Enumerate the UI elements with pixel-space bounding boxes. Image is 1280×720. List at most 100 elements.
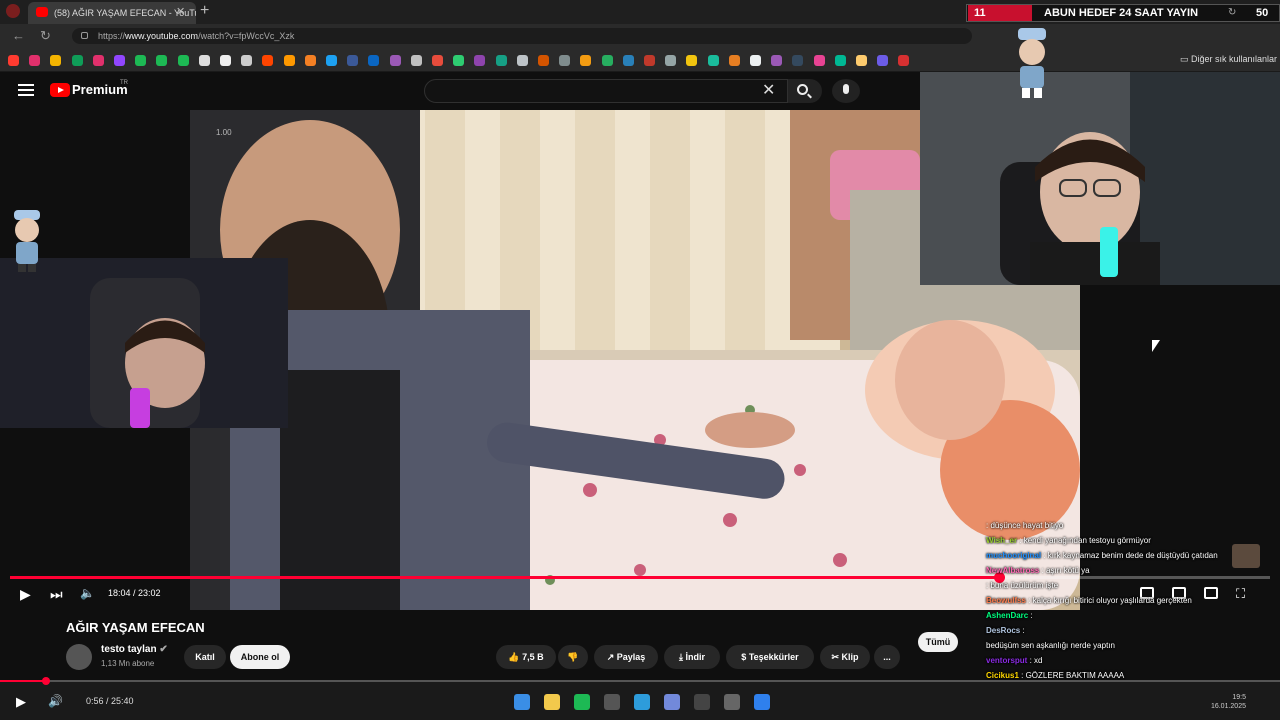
bookmark-icon[interactable] <box>114 55 125 66</box>
subscribe-button[interactable]: Abone ol <box>230 645 290 669</box>
chat-username: ventorsput <box>986 656 1028 665</box>
bookmark-icon[interactable] <box>304 55 316 66</box>
bookmark-icon[interactable] <box>135 55 147 66</box>
like-button[interactable]: 👍 7,5 B <box>496 645 556 669</box>
bookmark-icon[interactable] <box>326 55 337 66</box>
play-icon[interactable]: ▶ <box>20 586 31 603</box>
bookmark-icon[interactable] <box>728 55 740 66</box>
bookmarks-bar <box>0 48 1280 72</box>
bookmark-icon[interactable] <box>771 55 783 66</box>
voice-search-icon[interactable] <box>832 79 860 103</box>
bookmark-icon[interactable] <box>559 55 571 66</box>
clip-button[interactable]: ✂ Klip <box>820 645 870 669</box>
menu-icon[interactable] <box>18 84 34 96</box>
bookmark-icon[interactable] <box>262 55 274 66</box>
bookmark-icon[interactable] <box>750 55 761 66</box>
new-tab-icon[interactable]: + <box>200 2 209 20</box>
thanks-button[interactable]: $ Teşekkürler <box>726 645 814 669</box>
bookmark-icon[interactable] <box>622 55 634 66</box>
taskbar-app-icon[interactable] <box>694 694 710 710</box>
video-title: AĞIR YAŞAM EFECAN <box>66 620 205 635</box>
taskbar-app-icon[interactable] <box>544 694 560 710</box>
bookmark-icon[interactable] <box>389 55 401 66</box>
search-icon <box>797 84 808 95</box>
bookmark-icon[interactable] <box>707 55 719 66</box>
bookmark-icon[interactable] <box>834 55 846 66</box>
dislike-button[interactable]: 👎 <box>558 645 588 669</box>
other-bookmarks[interactable]: ▭ Diğer sık kullanılanlar <box>1180 54 1277 65</box>
channel-name-text: testo taylan <box>101 644 157 655</box>
bookmark-icon[interactable] <box>156 55 168 66</box>
bottom-volume-icon[interactable]: 🔊 <box>48 694 63 708</box>
bookmark-icon[interactable] <box>686 55 698 66</box>
bookmark-icon[interactable] <box>813 55 825 66</box>
thanks-icon: $ <box>741 652 749 662</box>
bookmark-icon[interactable] <box>474 55 486 66</box>
bookmark-icon[interactable] <box>283 55 295 66</box>
browser-tab[interactable]: (58) AĞIR YAŞAM EFECAN - YouTube <box>28 2 196 24</box>
bookmark-icon[interactable] <box>368 55 380 66</box>
bookmark-icon[interactable] <box>580 55 592 66</box>
bookmark-icon[interactable] <box>877 55 889 66</box>
bookmark-icon[interactable] <box>516 55 528 66</box>
bottom-progress-track[interactable] <box>0 680 1280 682</box>
search-input[interactable] <box>424 79 788 103</box>
url-field[interactable]: https://www.youtube.com/watch?v=fpWccVc_… <box>72 28 972 44</box>
bookmark-icon[interactable] <box>432 55 443 66</box>
share-icon: ↗ <box>606 652 617 662</box>
chat-message: ventorsput : xd <box>986 653 1276 668</box>
mascot-left-svg <box>14 210 40 272</box>
tab-title: (58) AĞIR YAŞAM EFECAN - YouTube <box>54 8 196 18</box>
channel-avatar[interactable] <box>66 644 92 670</box>
bookmark-icon[interactable] <box>8 55 19 66</box>
bookmark-icon[interactable] <box>665 55 677 66</box>
bookmark-icon[interactable] <box>644 55 655 66</box>
webcam-streamer <box>920 72 1280 285</box>
bookmark-icon[interactable] <box>898 55 910 66</box>
clock-date: 16.01.2025 <box>1210 703 1246 710</box>
share-button[interactable]: ↗ Paylaş <box>594 645 658 669</box>
back-icon[interactable]: ← <box>12 28 25 43</box>
reload-icon[interactable]: ↻ <box>40 28 51 44</box>
bottom-play-icon[interactable]: ▶ <box>16 694 26 710</box>
system-clock: 19:5 16.01.2025 <box>1196 693 1246 711</box>
channel-name[interactable]: testo taylan ✔ <box>101 644 168 655</box>
taskbar-app-icon[interactable] <box>514 694 530 710</box>
tab-close-icon[interactable]: ✕ <box>176 5 185 18</box>
taskbar-app-icon[interactable] <box>604 694 620 710</box>
mouse-cursor-icon <box>1152 340 1160 352</box>
bookmark-icon[interactable] <box>856 55 867 66</box>
bookmark-icon[interactable] <box>601 55 613 66</box>
bookmark-icon[interactable] <box>453 55 465 66</box>
bookmark-icon[interactable] <box>29 55 41 66</box>
taskbar-app-icon[interactable] <box>664 694 680 710</box>
bookmark-icon[interactable] <box>92 55 104 66</box>
bookmark-icon[interactable] <box>347 55 359 66</box>
taskbar-app-icon[interactable] <box>724 694 740 710</box>
bookmark-icon[interactable] <box>220 55 231 66</box>
bookmark-icon[interactable] <box>410 55 422 66</box>
download-button[interactable]: ⤓ İndir <box>664 645 720 669</box>
join-button[interactable]: Katıl <box>184 645 226 669</box>
bookmark-icon[interactable] <box>792 55 804 66</box>
taskbar-app-icon[interactable] <box>754 694 770 710</box>
bookmark-icon[interactable] <box>538 55 549 66</box>
bookmark-icon[interactable] <box>71 55 83 66</box>
bookmark-icon[interactable] <box>50 55 62 66</box>
chat-text: : GÖZLERE BAKTIM AAAAA <box>1018 671 1125 680</box>
bookmark-icon[interactable] <box>198 55 210 66</box>
volume-icon[interactable]: 🔈 <box>80 586 95 600</box>
chat-filter-all[interactable]: Tümü <box>918 632 958 652</box>
bookmark-icon[interactable] <box>177 55 189 66</box>
taskbar-app-icon[interactable] <box>574 694 590 710</box>
youtube-logo-icon[interactable] <box>50 83 70 97</box>
taskbar-app-icon[interactable] <box>634 694 650 710</box>
chat-message: DesRocs : <box>986 623 1276 638</box>
bookmark-icon[interactable] <box>495 55 507 66</box>
more-actions-button[interactable]: ... <box>874 645 900 669</box>
chat-text: : kendi yanağından testoyu görmüyor <box>1017 536 1151 545</box>
clear-search-icon[interactable]: ✕ <box>762 80 775 100</box>
video-progress-fill <box>10 576 1000 579</box>
bookmark-icon[interactable] <box>241 55 253 66</box>
next-icon[interactable]: ⏭ <box>50 586 63 603</box>
